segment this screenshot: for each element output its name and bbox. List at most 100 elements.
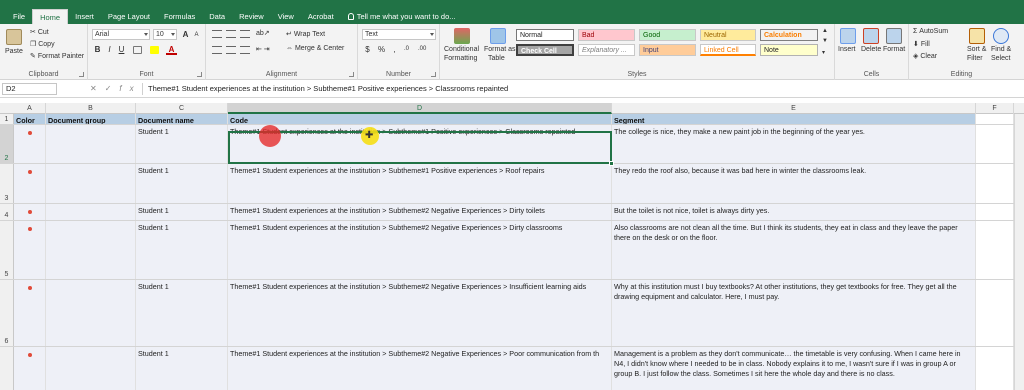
color-cell[interactable] [14,280,46,346]
document-group-cell[interactable] [46,280,136,346]
find-select-label[interactable]: Find & [991,46,1011,53]
color-cell[interactable] [14,125,46,163]
copy-button[interactable]: ❐ Copy [30,40,55,48]
merge-center-button[interactable]: ⇔ Merge & Center [286,45,344,52]
paste-label[interactable]: Paste [5,48,23,55]
bold-button[interactable]: B [92,44,103,55]
fx-icon[interactable]: fx [119,84,141,93]
clipboard-launcher-icon[interactable] [79,72,84,77]
fill-button[interactable]: ⬇ Fill [913,40,930,48]
tab-page-layout[interactable]: Page Layout [101,9,157,24]
code-cell[interactable]: Theme#1 Student experiences at the insti… [228,221,612,279]
tab-data[interactable]: Data [202,9,232,24]
row-header[interactable]: 5 [0,221,14,279]
header-code[interactable]: Code [228,114,612,124]
styles-scroll-down-icon[interactable]: ▼ [822,38,828,44]
vertical-scrollbar[interactable] [1014,114,1024,390]
styles-scroll-up-icon[interactable]: ▲ [822,28,828,34]
wrap-text-button[interactable]: ↵ Wrap Text [286,30,325,38]
align-center-icon[interactable] [226,46,236,54]
format-as-table-label[interactable]: Format as [484,46,516,53]
align-top-icon[interactable] [212,30,222,38]
column-header-e[interactable]: E [612,103,976,114]
empty-cell-f[interactable] [976,280,1014,346]
column-header-b[interactable]: B [46,103,136,114]
paste-icon[interactable] [6,29,22,45]
tab-review[interactable]: Review [232,9,271,24]
number-launcher-icon[interactable] [431,72,436,77]
style-calculation[interactable]: Calculation [760,29,818,41]
sort-filter-label-2[interactable]: Filter [967,55,983,62]
color-cell[interactable] [14,221,46,279]
column-header-f[interactable]: F [976,103,1014,114]
insert-cells-icon[interactable] [840,28,856,44]
code-cell[interactable]: Theme#1 Student experiences at the insti… [228,347,612,390]
comma-button[interactable]: , [389,44,400,55]
number-format-select[interactable]: Text [362,29,436,40]
name-box[interactable]: D2 [2,83,57,95]
style-explanatory[interactable]: Explanatory ... [578,44,635,56]
document-name-cell[interactable]: Student 1 [136,221,228,279]
document-group-cell[interactable] [46,347,136,390]
empty-cell-f[interactable] [976,164,1014,203]
row-header[interactable] [0,347,14,390]
segment-cell[interactable]: They redo the roof also, because it was … [612,164,976,203]
tell-me-box[interactable]: Tell me what you want to do... [341,9,463,24]
document-name-cell[interactable]: Student 1 [136,125,228,163]
column-header-a[interactable]: A [14,103,46,114]
document-name-cell[interactable]: Student 1 [136,164,228,203]
find-select-icon[interactable] [993,28,1009,44]
header-document-name[interactable]: Document name [136,114,228,124]
align-right-icon[interactable] [240,46,250,54]
format-cells-icon[interactable] [886,28,902,44]
style-neutral[interactable]: Neutral [700,29,756,41]
segment-cell[interactable]: Why at this institution must I buy textb… [612,280,976,346]
delete-cells-icon[interactable] [863,28,879,44]
find-select-label-2[interactable]: Select [991,55,1010,62]
delete-cells-label[interactable]: Delete [861,46,881,53]
code-cell[interactable]: Theme#1 Student experiences at the insti… [228,280,612,346]
row-header[interactable]: 3 [0,164,14,203]
cancel-icon[interactable]: ✕ [90,84,105,93]
header-color[interactable]: Color [14,114,46,124]
segment-cell[interactable]: Also classrooms are not clean all the ti… [612,221,976,279]
document-name-cell[interactable]: Student 1 [136,280,228,346]
tab-view[interactable]: View [271,9,301,24]
style-check-cell[interactable]: Check Cell [516,44,574,56]
style-bad[interactable]: Bad [578,29,635,41]
color-cell[interactable] [14,347,46,390]
borders-icon[interactable] [133,46,142,54]
row-header[interactable]: 4 [0,204,14,220]
fill-handle[interactable] [609,161,614,166]
style-normal[interactable]: Normal [516,29,574,41]
alignment-launcher-icon[interactable] [349,72,354,77]
document-group-cell[interactable] [46,221,136,279]
row-header[interactable]: 2 [0,125,14,163]
align-middle-icon[interactable] [226,30,236,38]
align-left-icon[interactable] [212,46,222,54]
format-as-table-label-2[interactable]: Table [488,55,505,62]
shrink-font-button[interactable]: A [191,30,202,41]
row-header[interactable]: 6 [0,280,14,346]
enter-icon[interactable]: ✓ [105,84,120,93]
segment-cell[interactable]: But the toilet is not nice, toilet is al… [612,204,976,220]
code-cell[interactable]: Theme#1 Student experiences at the insti… [228,204,612,220]
percent-button[interactable]: % [376,44,387,55]
document-name-cell[interactable]: Student 1 [136,347,228,390]
column-header-c[interactable]: C [136,103,228,114]
empty-cell-f[interactable] [976,204,1014,220]
format-cells-label[interactable]: Format [883,46,905,53]
format-painter-button[interactable]: ✎ Format Painter [30,52,84,60]
conditional-formatting-icon[interactable] [454,28,470,44]
autosum-button[interactable]: Σ AutoSum [913,28,948,35]
code-cell[interactable]: Theme#1 Student experiences at the insti… [228,164,612,203]
color-cell[interactable] [14,204,46,220]
style-linked-cell[interactable]: Linked Cell [700,44,756,56]
insert-cells-label[interactable]: Insert [838,46,856,53]
cut-button[interactable]: ✂ Cut [30,28,49,36]
format-as-table-icon[interactable] [490,28,506,44]
document-name-cell[interactable]: Student 1 [136,204,228,220]
underline-button[interactable]: U [116,44,127,55]
style-note[interactable]: Note [760,44,818,56]
empty-cell-f[interactable] [976,347,1014,390]
